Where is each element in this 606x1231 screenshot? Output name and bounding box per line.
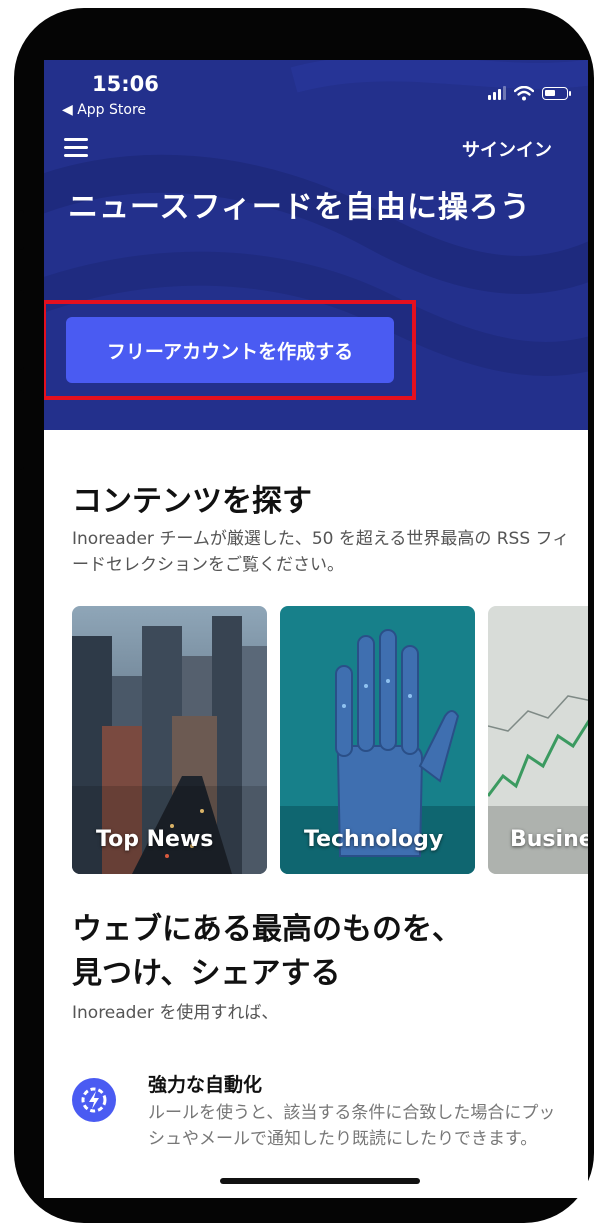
feature-description: ルールを使うと、該当する条件に合致した場合にプッシュやメールで通知したり既読にし…	[148, 1103, 556, 1149]
battery-icon	[542, 86, 571, 100]
category-card-technology[interactable]: Technology	[280, 606, 475, 874]
app-screen: 15:06 ◀ App Store サインイン ニュースフィードを自由に操ろう …	[44, 60, 588, 1198]
home-indicator[interactable]	[220, 1178, 420, 1184]
hero-headline: ニュースフィードを自由に操ろう	[68, 190, 531, 225]
discover-description: Inoreader チームが厳選した、50 を超える世界最高の RSS フィード…	[72, 529, 570, 575]
status-time: 15:06	[92, 72, 159, 96]
gear-lightning-icon	[72, 1078, 116, 1122]
category-card-top-news[interactable]: Top News	[72, 606, 267, 874]
cellular-signal-icon	[488, 86, 506, 100]
create-free-account-button[interactable]: フリーアカウントを作成する	[66, 317, 394, 383]
web-section-description: Inoreader を使用すれば、	[72, 1003, 279, 1023]
back-to-app-store[interactable]: ◀ App Store	[62, 102, 146, 118]
card-label: Busine	[510, 827, 588, 852]
web-section-title-line2: 見つけ、シェアする	[72, 956, 341, 991]
volume-down-button	[18, 390, 24, 470]
signin-link[interactable]: サインイン	[462, 136, 552, 162]
hero-banner: 15:06 ◀ App Store サインイン ニュースフィードを自由に操ろう …	[44, 60, 588, 430]
hamburger-menu-icon[interactable]	[64, 138, 90, 158]
web-section-title: ウェブにある最高のものを、 見つけ、シェアする	[72, 908, 462, 996]
card-label: Technology	[304, 827, 444, 852]
status-icons	[488, 84, 571, 102]
discover-title: コンテンツを探す	[72, 484, 312, 519]
category-carousel[interactable]: Top News Technology Busine	[72, 606, 588, 876]
category-card-business[interactable]: Busine	[488, 606, 588, 874]
web-section-title-line1: ウェブにある最高のものを、	[72, 912, 462, 947]
card-label: Top News	[96, 827, 214, 852]
volume-up-button	[18, 290, 24, 370]
mute-switch	[18, 210, 24, 250]
feature-title: 強力な自動化	[148, 1074, 263, 1096]
wifi-icon	[514, 85, 534, 100]
